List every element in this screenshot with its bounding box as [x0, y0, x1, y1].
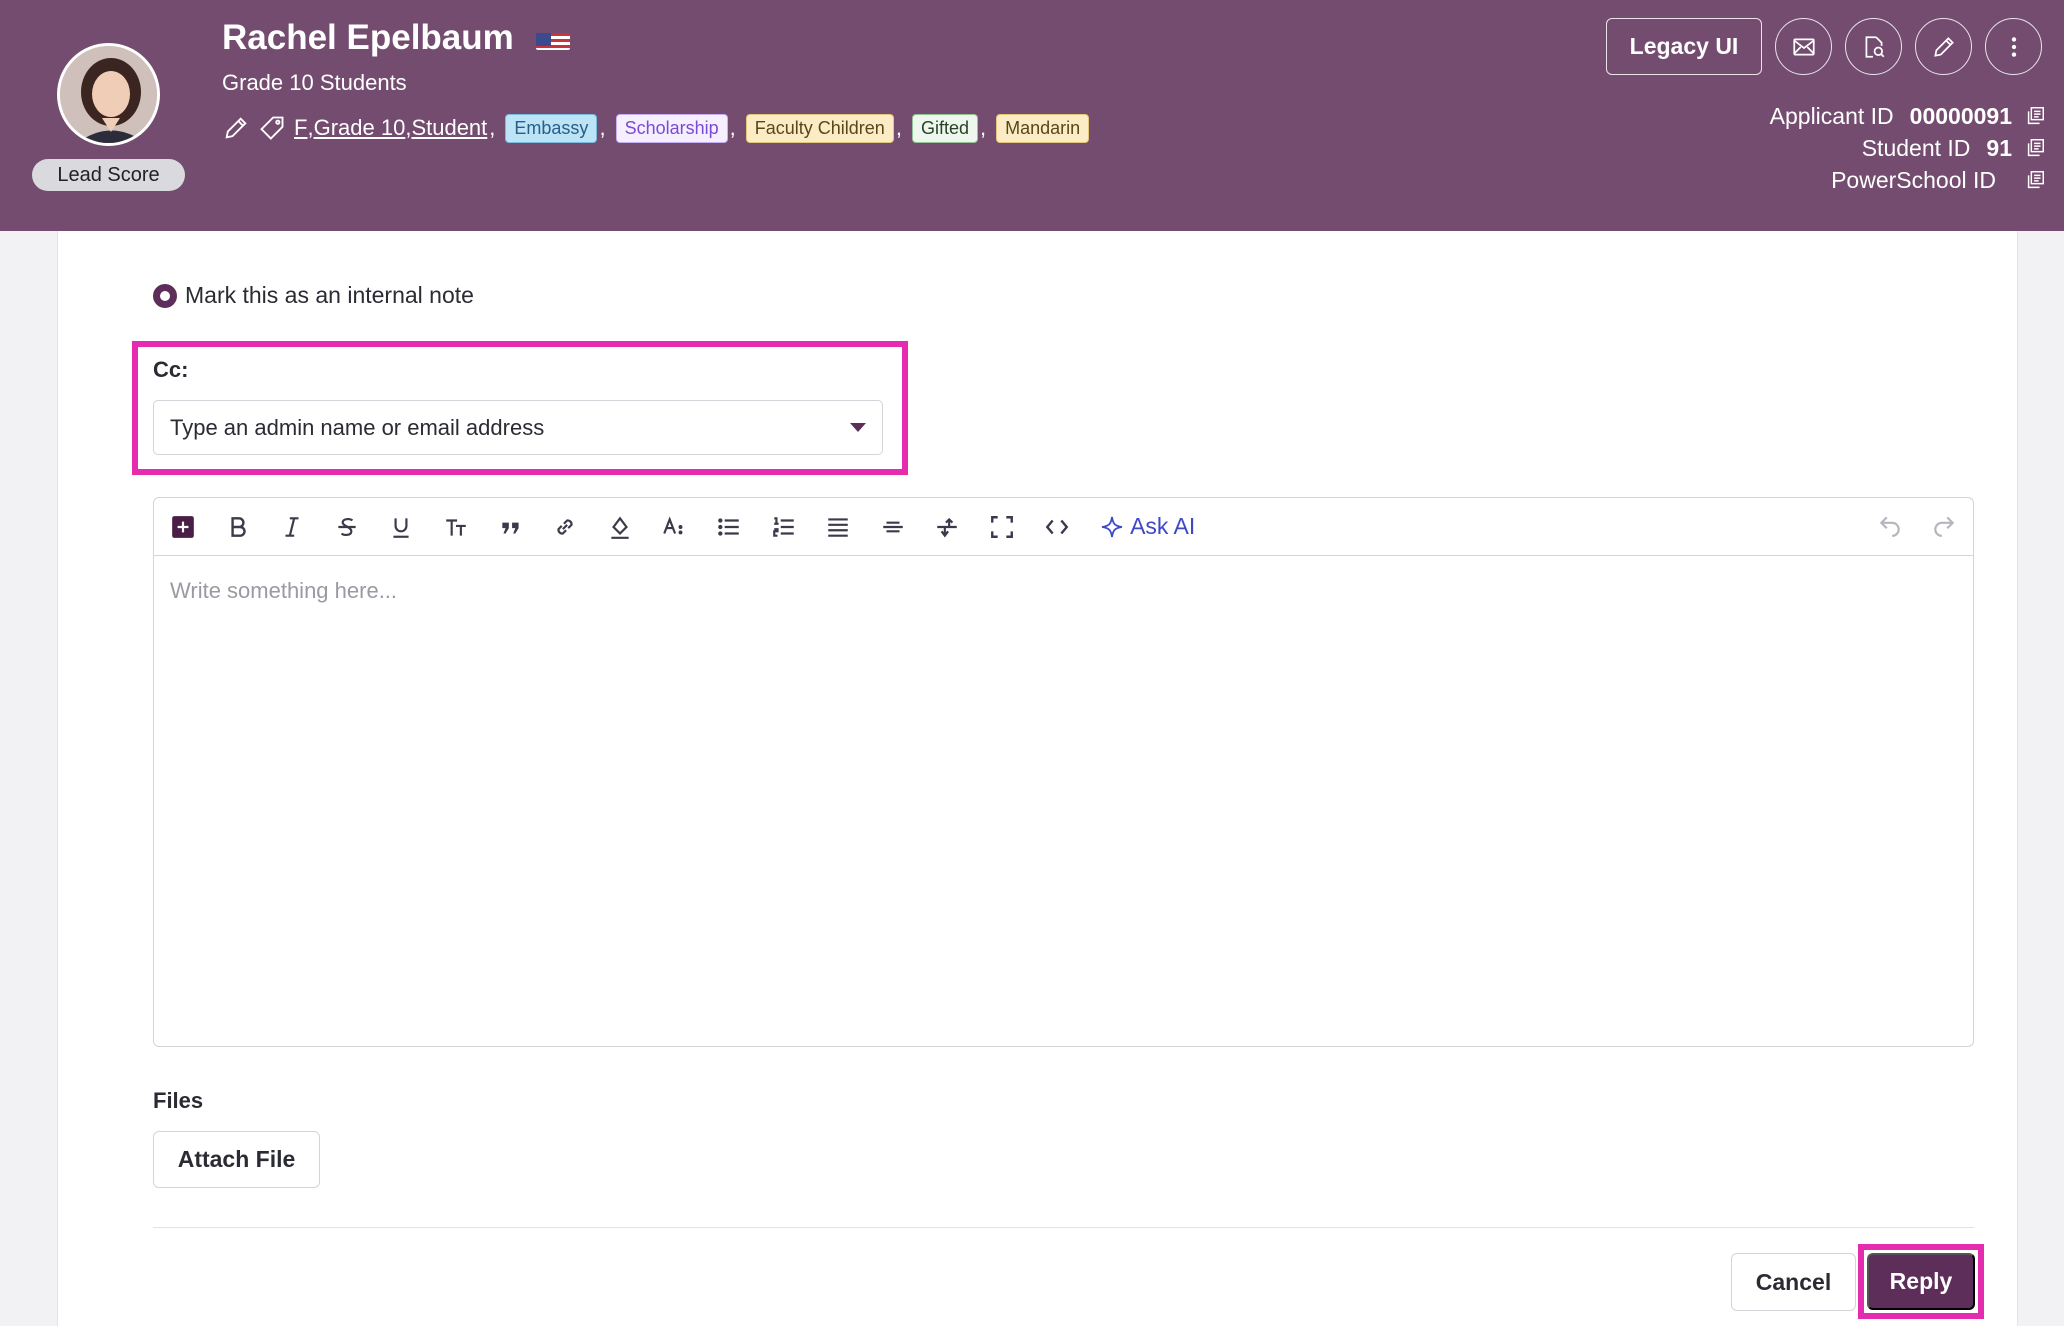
tag-pill-gifted[interactable]: Gifted — [911, 113, 978, 143]
tag-pill-mandarin[interactable]: Mandarin — [996, 113, 1090, 143]
powerschool-id-row: PowerSchool ID — [1770, 164, 2046, 196]
tag-pill-faculty-children[interactable]: Faculty Children — [745, 113, 894, 143]
editor-toolbar: Ask AI — [154, 498, 1973, 556]
student-name: Rachel Epelbaum — [222, 18, 514, 57]
editor-placeholder: Write something here... — [170, 578, 398, 603]
student-avatar[interactable] — [57, 43, 160, 146]
font-format-icon[interactable] — [659, 512, 689, 542]
tags-row: F , Grade 10 , Student , Embassy, Schola… — [222, 112, 1090, 144]
ask-ai-button[interactable]: Ask AI — [1100, 513, 1195, 540]
powerschool-id-label: PowerSchool ID — [1831, 167, 1996, 193]
indent-arrows-icon[interactable] — [932, 512, 962, 542]
text-size-icon[interactable] — [441, 512, 471, 542]
ask-ai-label: Ask AI — [1130, 513, 1196, 539]
student-header: Lead Score Rachel Epelbaum Grade 10 Stud… — [0, 0, 2064, 231]
tag-link-role[interactable]: Student — [411, 115, 487, 141]
tag-icon — [258, 114, 286, 142]
vertical-dots-icon — [2011, 36, 2016, 57]
italic-icon[interactable] — [277, 512, 307, 542]
files-label: Files — [153, 1088, 204, 1113]
tag-link-gender[interactable]: F — [294, 115, 307, 141]
insert-plus-icon[interactable] — [168, 512, 198, 542]
internal-note-option[interactable]: Mark this as an internal note — [153, 282, 474, 309]
bullet-list-icon[interactable] — [714, 512, 744, 542]
applicant-id-label: Applicant ID — [1769, 103, 1894, 129]
applicant-id-value: 00000091 — [1909, 103, 2012, 129]
cc-placeholder: Type an admin name or email address — [170, 414, 545, 440]
more-options-button[interactable] — [1985, 18, 2042, 75]
undo-redo-group — [1877, 512, 1957, 543]
reply-button[interactable]: Reply — [1867, 1253, 1975, 1310]
document-search-icon — [1865, 35, 1884, 58]
legacy-ui-button[interactable]: Legacy UI — [1606, 18, 1762, 75]
underline-icon[interactable] — [386, 512, 416, 542]
horizontal-rule-icon[interactable] — [878, 512, 908, 542]
envelope-icon — [1792, 38, 1815, 55]
student-id-row: Student ID 91 — [1770, 132, 2046, 164]
grade-group: Grade 10 Students — [222, 70, 407, 95]
fill-color-icon[interactable] — [605, 512, 635, 542]
id-panel: Applicant ID 00000091 Student ID 91 Powe… — [1770, 100, 2046, 196]
code-view-icon[interactable] — [1042, 512, 1072, 542]
tag-separator: , — [489, 115, 496, 140]
strikethrough-icon[interactable] — [332, 512, 362, 542]
applicant-id-row: Applicant ID 00000091 — [1770, 100, 2046, 132]
cc-select[interactable]: Type an admin name or email address — [153, 400, 883, 455]
cancel-button[interactable]: Cancel — [1731, 1253, 1856, 1311]
internal-note-radio[interactable] — [153, 283, 177, 308]
undo-icon[interactable] — [1877, 512, 1903, 543]
align-justify-icon[interactable] — [823, 512, 853, 542]
copy-icon[interactable] — [2024, 105, 2046, 127]
rich-text-editor[interactable]: Ask AI Write something here... — [153, 497, 1974, 1047]
internal-note-label: Mark this as an internal note — [185, 282, 474, 308]
quote-icon[interactable] — [496, 512, 526, 542]
tag-pill-scholarship[interactable]: Scholarship — [615, 113, 728, 143]
edit-button[interactable] — [1915, 18, 1972, 75]
tag-link-grade[interactable]: Grade 10 — [314, 115, 406, 141]
editor-body[interactable]: Write something here... — [154, 556, 1973, 626]
numbered-list-icon[interactable] — [769, 512, 799, 542]
lead-score-badge[interactable]: Lead Score — [32, 159, 185, 191]
preview-button[interactable] — [1845, 18, 1902, 75]
cc-label: Cc: — [153, 357, 189, 382]
student-id-label: Student ID — [1861, 135, 1971, 161]
copy-icon[interactable] — [2024, 137, 2046, 159]
redo-icon[interactable] — [1931, 512, 1957, 543]
student-id-value: 91 — [1986, 135, 2012, 161]
attach-file-button[interactable]: Attach File — [153, 1131, 320, 1188]
email-button[interactable] — [1775, 18, 1832, 75]
copy-icon[interactable] — [2024, 169, 2046, 191]
tag-pill-embassy[interactable]: Embassy — [505, 113, 598, 143]
pencil-icon — [1933, 36, 1954, 57]
bold-icon[interactable] — [223, 512, 253, 542]
fullscreen-icon[interactable] — [987, 512, 1017, 542]
pencil-icon[interactable] — [222, 114, 250, 142]
link-icon[interactable] — [550, 512, 580, 542]
chevron-down-icon[interactable] — [850, 423, 866, 432]
form-divider — [153, 1227, 1974, 1228]
sparkle-icon — [1101, 516, 1123, 537]
student-name-row: Rachel Epelbaum — [222, 18, 570, 58]
us-flag-icon — [535, 26, 570, 50]
